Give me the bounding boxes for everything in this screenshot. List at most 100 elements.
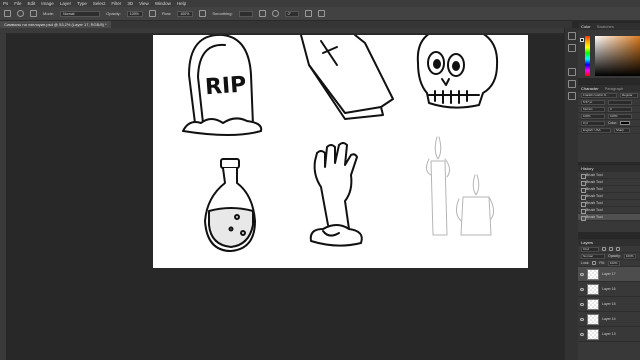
eye-icon[interactable] (580, 287, 584, 291)
foreground-color-swatch[interactable] (580, 38, 584, 42)
tab-color[interactable]: Color (581, 23, 591, 30)
baseline-shift-field[interactable]: 0 pt (581, 120, 605, 126)
menu-layer[interactable]: Layer (60, 1, 71, 6)
color-panel-header: Color Swatches (578, 23, 640, 30)
layer-thumbnail (587, 313, 599, 325)
flow-field[interactable]: 100% (177, 10, 194, 17)
filter-pixel-icon[interactable] (602, 247, 606, 251)
angle-field[interactable]: 0° (284, 10, 299, 17)
anti-alias-select[interactable]: Sharp (614, 127, 630, 133)
mode-select[interactable]: Normal (60, 10, 101, 17)
layer-row[interactable]: Layer 17 (578, 267, 640, 282)
history-item[interactable]: Brush Tool (578, 193, 640, 200)
ruler-vertical[interactable] (0, 28, 6, 360)
history-item[interactable]: Brush Tool (578, 179, 640, 186)
menu-help[interactable]: Help (177, 1, 186, 6)
history-title: History (581, 166, 594, 171)
brush-tool-icon[interactable] (4, 10, 11, 17)
layer-name[interactable]: Layer 14 (602, 317, 616, 321)
layer-row[interactable]: Layer 15 (578, 297, 640, 312)
menu-file[interactable]: File (14, 1, 21, 6)
eye-icon[interactable] (580, 272, 584, 276)
layer-row[interactable]: Layer 13 (578, 327, 640, 342)
character-panel-header: Character Paragraph (578, 85, 640, 92)
pressure-size-icon[interactable] (304, 10, 312, 17)
menu-select[interactable]: Select (93, 1, 106, 6)
document-canvas[interactable]: RIP (153, 35, 528, 268)
ruler-horizontal[interactable] (6, 28, 572, 34)
menu-type[interactable]: Type (77, 1, 87, 6)
font-size-field[interactable]: 5,57 pt (581, 99, 605, 105)
filter-adjustment-icon[interactable] (609, 247, 613, 251)
layer-opacity-field[interactable]: 100% (623, 253, 636, 259)
leading-field[interactable] (608, 99, 632, 105)
layer-thumbnail (587, 268, 599, 280)
color-picker-field[interactable] (595, 36, 640, 76)
layer-name[interactable]: Layer 16 (602, 287, 616, 291)
lock-row: Lock: Fill: 100% (578, 260, 640, 267)
history-item[interactable]: Brush Tool (578, 207, 640, 214)
flow-label: Flow: (161, 11, 172, 16)
hue-slider[interactable] (585, 36, 590, 76)
size-row: 5,57 pt (578, 99, 640, 106)
smoothing-gear-icon[interactable] (258, 10, 266, 17)
menu-filter[interactable]: Filter (111, 1, 121, 6)
properties-panel-icon[interactable] (568, 44, 576, 52)
font-family-select[interactable]: Franklin Gothic D... (581, 92, 617, 98)
history-item-current[interactable]: Brush Tool (578, 214, 640, 221)
lock-icon[interactable] (592, 261, 597, 265)
tab-character[interactable]: Character (581, 85, 599, 92)
blend-mode-select[interactable]: Normal (581, 253, 605, 259)
layer-name[interactable]: Layer 13 (602, 332, 616, 336)
panel-icon-strip (564, 28, 578, 360)
airbrush-icon[interactable] (199, 10, 207, 17)
filter-type-icon[interactable] (616, 247, 620, 251)
language-row: English: USA Sharp (578, 127, 640, 134)
layers-title: Layers (581, 240, 594, 245)
document-tab[interactable]: Символы на хэллоуин.psd @ 53,2% (Layer 1… (0, 21, 111, 28)
tracking-field[interactable]: 0 (608, 106, 632, 112)
character-panel-icon[interactable] (568, 68, 576, 76)
kerning-field[interactable]: Metrics (581, 106, 605, 112)
layer-row[interactable]: Layer 14 (578, 312, 640, 327)
fill-label: Fill: (599, 260, 605, 265)
vertical-scale-field[interactable]: 100% (581, 113, 605, 119)
smoothing-field[interactable] (238, 10, 253, 17)
layer-thumbnail (587, 328, 599, 340)
layer-name[interactable]: Layer 15 (602, 302, 616, 306)
tab-swatches[interactable]: Swatches (597, 23, 614, 30)
layer-row[interactable]: Layer 16 (578, 282, 640, 297)
eye-icon[interactable] (580, 317, 584, 321)
language-select[interactable]: English: USA (581, 127, 611, 133)
text-color-swatch[interactable] (620, 121, 631, 125)
history-panel-icon[interactable] (568, 32, 576, 40)
brush-settings-icon[interactable] (30, 10, 37, 17)
menu-ps-logo[interactable]: Ps (3, 1, 8, 6)
history-panel-header: History (578, 165, 640, 172)
layer-filter-kind[interactable]: Kind (581, 246, 599, 252)
brush-preset-icon[interactable] (17, 10, 24, 17)
skull-drawing (416, 35, 499, 109)
pressure-opacity-icon[interactable] (148, 10, 156, 17)
font-style-select[interactable]: Regular (620, 92, 638, 98)
paragraph-panel-icon[interactable] (568, 80, 576, 88)
tab-paragraph[interactable]: Paragraph (605, 85, 624, 92)
menu-3d[interactable]: 3D (127, 1, 133, 6)
eye-icon[interactable] (580, 332, 584, 336)
fill-field[interactable]: 100% (607, 260, 620, 266)
menu-window[interactable]: Window (155, 1, 171, 6)
symmetry-icon[interactable] (317, 10, 325, 17)
menu-image[interactable]: Image (41, 1, 54, 6)
brush-panel-icon[interactable] (568, 92, 576, 100)
opacity-field[interactable]: 100% (126, 10, 143, 17)
history-item[interactable]: Brush Tool (578, 172, 640, 179)
eye-icon[interactable] (580, 302, 584, 306)
layer-name[interactable]: Layer 17 (602, 272, 616, 276)
history-item[interactable]: Brush Tool (578, 200, 640, 207)
horizontal-scale-field[interactable]: 100% (608, 113, 632, 119)
menu-edit[interactable]: Edit (28, 1, 36, 6)
document-tab-bar: Символы на хэллоуин.psd @ 53,2% (Layer 1… (0, 21, 572, 28)
menu-view[interactable]: View (139, 1, 149, 6)
layer-thumbnail (587, 298, 599, 310)
history-item[interactable]: Brush Tool (578, 186, 640, 193)
